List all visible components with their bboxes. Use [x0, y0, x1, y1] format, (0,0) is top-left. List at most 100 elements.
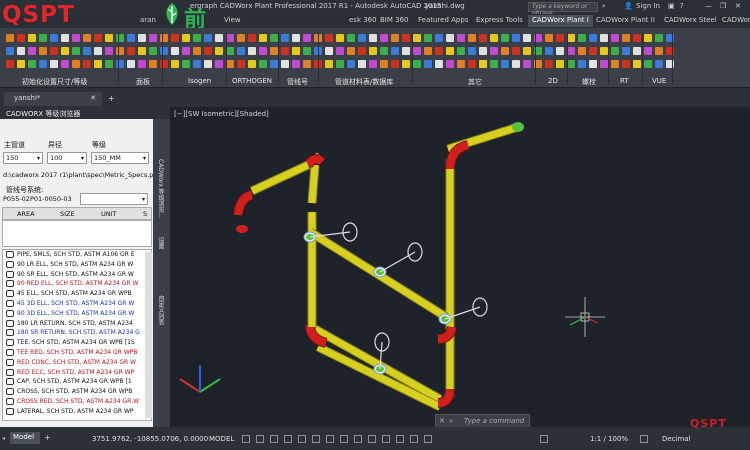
ribbon-tool-icon[interactable] — [259, 34, 267, 42]
dynamic-ucs-icon[interactable] — [396, 435, 404, 443]
ribbon-tool-icon[interactable] — [237, 47, 245, 55]
ribbon-tool-icon[interactable] — [105, 34, 113, 42]
ribbon-tool-icon[interactable] — [6, 34, 14, 42]
minimize-button[interactable]: — — [705, 2, 712, 10]
component-list-item[interactable]: CROSS RED, SCH STD, ASTM A234 GR W — [3, 397, 151, 407]
ribbon-tool-icon[interactable] — [556, 60, 564, 68]
component-list-item[interactable]: 180 LR RETURN, SCH STD, ASTM A234 — [3, 319, 151, 329]
ribbon-tool-icon[interactable] — [105, 60, 113, 68]
ribbon-tool-icon[interactable] — [215, 34, 223, 42]
ribbon-tool-icon[interactable] — [28, 34, 36, 42]
polar-icon[interactable] — [284, 435, 292, 443]
command-input[interactable]: Type a command — [464, 417, 524, 425]
ribbon-tool-icon[interactable] — [17, 34, 25, 42]
scroll-left-icon[interactable]: ◂ — [2, 435, 5, 442]
ribbon-tool-icon[interactable] — [622, 60, 630, 68]
component-list-item[interactable]: PIPE, SMLS, SCH STD, ASTM A106 GR E — [3, 250, 151, 260]
ribbon-tool-icon[interactable] — [281, 60, 289, 68]
ribbon-tool-icon[interactable] — [556, 47, 564, 55]
ribbon-tool-icon[interactable] — [204, 60, 212, 68]
ribbon-tool-icon[interactable] — [369, 47, 377, 55]
ribbon-tool-icon[interactable] — [127, 60, 135, 68]
main-size-select[interactable]: 150 ▾ — [3, 152, 43, 164]
ribbon-tool-icon[interactable] — [622, 47, 630, 55]
ribbon-tool-icon[interactable] — [490, 47, 498, 55]
ribbon-tool-icon[interactable] — [193, 60, 201, 68]
ribbon-tool-icon[interactable] — [270, 47, 278, 55]
ribbon-tool-icon[interactable] — [292, 34, 300, 42]
ribbon-tool-icon[interactable] — [391, 60, 399, 68]
panel-label-line-number[interactable]: 管线号 — [287, 77, 308, 87]
ribbon-tool-icon[interactable] — [424, 60, 432, 68]
drawing-viewport[interactable]: [−][SW Isometric][Shaded] — [170, 107, 750, 427]
ribbon-tool-icon[interactable] — [138, 34, 146, 42]
pipe-end[interactable] — [236, 225, 248, 233]
ribbon-tool-icon[interactable] — [182, 34, 190, 42]
ribbon-tool-icon[interactable] — [270, 60, 278, 68]
panel-label-material-table[interactable]: 管道材料表/数据库 — [335, 77, 393, 87]
ribbon-tool-icon[interactable] — [644, 34, 652, 42]
ribbon-tool-icon[interactable] — [61, 60, 69, 68]
column-unit[interactable]: UNIT — [101, 210, 117, 218]
ribbon-tool-icon[interactable] — [512, 34, 520, 42]
ribbon-tool-icon[interactable] — [655, 47, 663, 55]
ribbon-tool-icon[interactable] — [237, 34, 245, 42]
ribbon-tool-icon[interactable] — [182, 60, 190, 68]
tab-cadworx[interactable]: CADWorx — [718, 15, 750, 27]
ribbon-tool-icon[interactable] — [644, 47, 652, 55]
ribbon-tool-icon[interactable] — [138, 47, 146, 55]
ribbon-tool-icon[interactable] — [50, 60, 58, 68]
ribbon-tool-icon[interactable] — [446, 34, 454, 42]
panel-label-bolt[interactable]: 螺栓 — [582, 77, 596, 87]
ribbon-tool-icon[interactable] — [204, 47, 212, 55]
maximize-button[interactable]: ❐ — [720, 2, 726, 10]
ribbon-tool-icon[interactable] — [171, 34, 179, 42]
tab-view[interactable]: View — [220, 15, 245, 27]
ribbon-tool-icon[interactable] — [633, 47, 641, 55]
ucs-y-axis[interactable] — [199, 378, 221, 393]
ribbon-tool-icon[interactable] — [655, 60, 663, 68]
ribbon-tool-icon[interactable] — [545, 47, 553, 55]
ribbon-tool-icon[interactable] — [72, 34, 80, 42]
component-list-scrollbar[interactable] — [145, 252, 152, 418]
ribbon-tool-icon[interactable] — [226, 60, 234, 68]
ribbon-tool-icon[interactable] — [292, 60, 300, 68]
pipe-segment[interactable] — [308, 164, 319, 204]
component-list-item[interactable]: 90 SR ELL, SCH STD, ASTM A234 GR W — [3, 270, 151, 280]
ribbon-tool-icon[interactable] — [248, 47, 256, 55]
tab-cadworx-steel[interactable]: CADWorx Steel — [660, 15, 721, 27]
ribbon-tool-icon[interactable] — [105, 47, 113, 55]
ribbon-tool-icon[interactable] — [6, 60, 14, 68]
ribbon-tool-icon[interactable] — [193, 47, 201, 55]
pipe-segment[interactable] — [316, 343, 442, 411]
ribbon-tool-icon[interactable] — [633, 60, 641, 68]
model-space-toggle[interactable]: MODEL — [209, 435, 234, 443]
component-list-item[interactable]: 45 3D ELL, SCH STD, ASTM A234 GR W — [3, 299, 151, 309]
ribbon-tool-icon[interactable] — [457, 60, 465, 68]
ribbon-tool-icon[interactable] — [336, 34, 344, 42]
otrack-icon[interactable] — [312, 435, 320, 443]
panel-label-panel[interactable]: 面板 — [136, 77, 150, 87]
ribbon-tool-icon[interactable] — [523, 34, 531, 42]
side-tab-spec-browser[interactable]: CADWorx 等级浏览... — [156, 159, 165, 219]
component-list-item[interactable]: LATERAL, SCH STD, ASTM A234 GR WP — [3, 407, 151, 417]
ribbon-tool-icon[interactable] — [127, 47, 135, 55]
ribbon-tool-icon[interactable] — [578, 47, 586, 55]
side-tab-custom-list[interactable]: 自定义列表 — [156, 295, 165, 325]
ribbon-tool-icon[interactable] — [567, 60, 575, 68]
ribbon-tool-icon[interactable] — [523, 60, 531, 68]
panel-label-orthogen[interactable]: ORTHOGEN — [232, 77, 272, 85]
ribbon-tool-icon[interactable] — [61, 47, 69, 55]
ribbon-tool-icon[interactable] — [347, 60, 355, 68]
command-close-icon[interactable]: ✕ — [439, 417, 445, 425]
model-tab[interactable]: Model — [10, 432, 40, 444]
ribbon-tool-icon[interactable] — [215, 47, 223, 55]
lineweight-icon[interactable] — [340, 435, 348, 443]
panel-label-vue[interactable]: VUE — [652, 77, 666, 85]
ribbon-tool-icon[interactable] — [435, 47, 443, 55]
ribbon-tool-icon[interactable] — [94, 34, 102, 42]
ribbon-tool-icon[interactable] — [391, 47, 399, 55]
ribbon-tool-icon[interactable] — [633, 34, 641, 42]
ribbon-tool-icon[interactable] — [589, 34, 597, 42]
panel-label-2d[interactable]: 2D — [548, 77, 558, 85]
